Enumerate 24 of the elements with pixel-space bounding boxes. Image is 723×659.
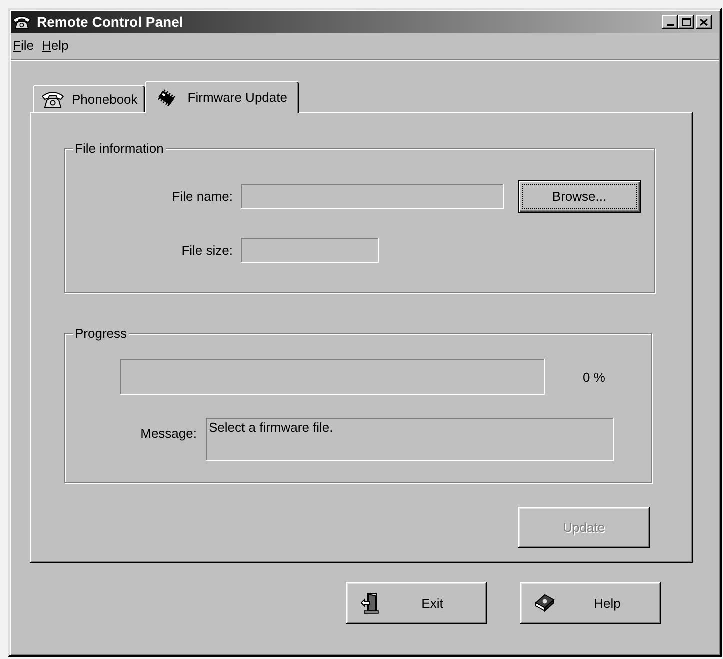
browse-button[interactable]: Browse... bbox=[518, 180, 641, 213]
book-icon bbox=[535, 594, 555, 612]
door-arrow-icon bbox=[361, 592, 379, 614]
maximize-button[interactable] bbox=[678, 15, 694, 29]
close-icon bbox=[700, 18, 708, 26]
minimize-button[interactable] bbox=[662, 15, 678, 29]
field-label: File size: bbox=[180, 243, 233, 258]
group-title: Progress bbox=[73, 326, 130, 341]
window-title: Remote Control Panel bbox=[37, 14, 184, 30]
menu-item[interactable]: File bbox=[11, 38, 38, 53]
telephone-icon bbox=[13, 14, 31, 30]
menu-item[interactable]: Help bbox=[40, 38, 73, 53]
tab[interactable]: Firmware Update bbox=[144, 81, 300, 113]
tab[interactable]: Phonebook bbox=[33, 85, 145, 112]
field-label: Message: bbox=[140, 425, 197, 441]
close-button[interactable] bbox=[696, 15, 712, 29]
field-label: File name: bbox=[171, 189, 233, 204]
group-title: File information bbox=[73, 141, 166, 156]
help-button[interactable]: Help bbox=[520, 582, 661, 624]
exit-button[interactable]: Exit bbox=[346, 582, 487, 624]
telephone-icon bbox=[42, 90, 64, 108]
progress-percentage: 0 % bbox=[583, 370, 606, 384]
maximize-icon bbox=[682, 18, 690, 26]
minimize-icon bbox=[666, 24, 674, 26]
